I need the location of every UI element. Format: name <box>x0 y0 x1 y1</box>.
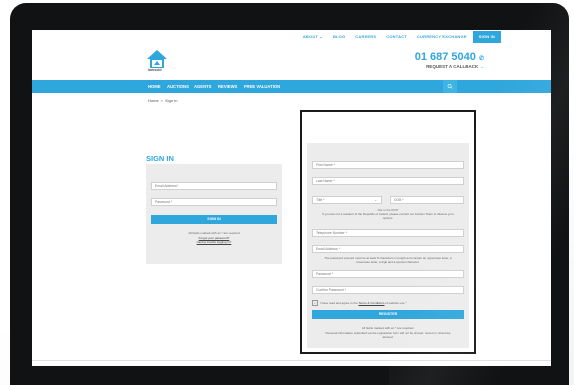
terms-suffix: of website use * <box>385 300 407 305</box>
registration-form: First Name * Last Name * Title * ⌄ DOB * … <box>307 143 469 348</box>
main-nav: HOME AUCTIONS AGENTS REVIEWS FREE VALUAT… <box>32 80 551 93</box>
laptop-screen: ABOUT ⌄ BLOG CAREERS CONTACT CURRENCY EX… <box>32 30 551 366</box>
request-callback-text: REQUEST A CALLBACK <box>426 64 479 69</box>
request-callback-link[interactable]: REQUEST A CALLBACK → <box>415 64 484 69</box>
phone-icon: ✆ <box>478 56 484 62</box>
password-requirements-note: The password entered must be at least 8 … <box>324 256 452 264</box>
sign-in-panel: Email Address* Password * SIGN IN All fi… <box>146 164 282 264</box>
roi-note: If you are not a resident of the Republi… <box>322 212 454 220</box>
telephone-input[interactable]: Telephone Number * <box>312 229 464 237</box>
contact-block: 01 687 5040 ✆ REQUEST A CALLBACK → <box>415 51 484 69</box>
top-utility-bar: ABOUT ⌄ BLOG CAREERS CONTACT CURRENCY EX… <box>32 30 551 43</box>
top-nav-about[interactable]: ABOUT ⌄ <box>303 34 323 39</box>
last-name-input[interactable]: Last Name * <box>312 177 464 185</box>
logo-wordmark: lamsold <box>148 68 162 72</box>
phone-number-text: 01 687 5040 <box>414 51 476 63</box>
breadcrumb: Home > Sign In <box>148 98 177 103</box>
sign-in-title: SIGN IN <box>146 154 174 163</box>
breadcrumb-current: Sign In <box>165 98 178 103</box>
sign-in-button[interactable]: SIGN IN <box>151 215 277 224</box>
password-input[interactable]: Password * <box>312 270 464 278</box>
email-field[interactable]: Email Address * <box>312 245 464 253</box>
chevron-down-icon: ⌄ <box>319 34 323 39</box>
main-nav-auctions[interactable]: AUCTIONS <box>167 80 189 93</box>
main-nav-home[interactable]: HOME <box>148 80 161 93</box>
laptop-frame: ABOUT ⌄ BLOG CAREERS CONTACT CURRENCY EX… <box>10 3 569 385</box>
main-nav-agents[interactable]: AGENTS <box>194 80 211 93</box>
top-nav-about-label: ABOUT <box>302 34 319 39</box>
title-select-value: Title * <box>316 198 325 202</box>
search-icon <box>447 84 453 89</box>
terms-prefix: I have read and agree to the <box>320 300 358 305</box>
top-nav-currency-exchange[interactable]: CURRENCY EXCHANGE <box>417 34 467 39</box>
chevron-down-icon: ⌄ <box>374 198 377 202</box>
first-name-input[interactable]: First Name * <box>312 161 464 169</box>
registration-panel: CUSTOMER REGISTRATION First Name * Last … <box>300 110 476 354</box>
top-nav-blog[interactable]: BLOG <box>333 34 345 39</box>
terms-row: ✓ I have read and agree to the Terms & Co… <box>312 300 464 306</box>
top-signin-button[interactable]: SIGN IN <box>472 30 501 43</box>
signin-password-input[interactable]: Password * <box>151 198 277 206</box>
registration-required-note: All fields marked with an * are required… <box>361 326 415 330</box>
title-select[interactable]: Title * ⌄ <box>312 196 382 204</box>
breadcrumb-separator: > <box>160 98 164 103</box>
privacy-note: Personal information submitted via the r… <box>325 331 451 339</box>
phone-number[interactable]: 01 687 5040 ✆ <box>415 51 484 63</box>
terms-checkbox[interactable]: ✓ <box>312 300 318 306</box>
trouble-logging-in-link[interactable]: Having trouble logging in? <box>151 240 277 244</box>
footer-divider <box>32 360 551 361</box>
arrow-right-icon: → <box>479 64 485 69</box>
terms-conditions-link[interactable]: Terms & Conditions <box>358 301 384 305</box>
signin-required-note: All fields marked with an * are required <box>188 231 240 235</box>
search-button[interactable] <box>443 80 457 93</box>
trouble-logging-in-text: Having trouble logging in? <box>196 240 232 244</box>
signin-email-input[interactable]: Email Address* <box>151 182 277 190</box>
main-nav-free-valuation[interactable]: FREE VALUATION <box>244 80 280 93</box>
dob-input[interactable]: DOB * <box>390 196 464 204</box>
top-nav-careers[interactable]: CAREERS <box>355 34 376 39</box>
top-nav-contact[interactable]: CONTACT <box>386 34 407 39</box>
breadcrumb-home[interactable]: Home <box>148 98 159 103</box>
register-button[interactable]: REGISTER <box>312 310 464 319</box>
main-nav-reviews[interactable]: REVIEWS <box>218 80 237 93</box>
confirm-password-input[interactable]: Confirm Password * <box>312 286 464 294</box>
site-logo[interactable]: lamsold <box>146 49 168 75</box>
